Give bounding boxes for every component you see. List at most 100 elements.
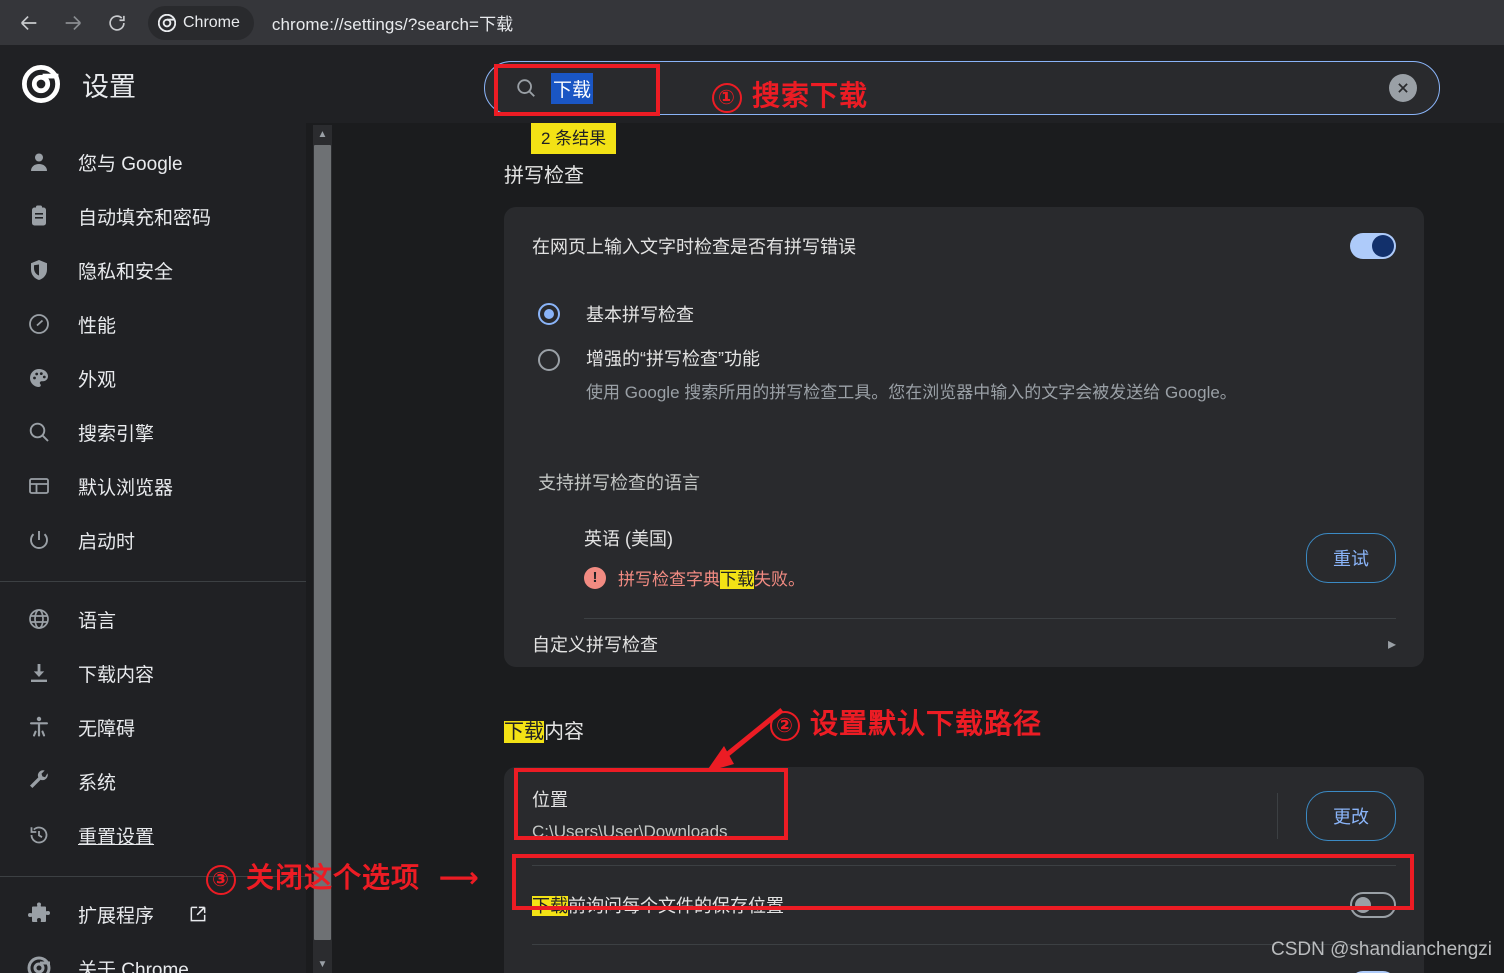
search-icon [26, 419, 52, 445]
clipboard-icon [26, 203, 52, 229]
sidebar-item-reset-settings[interactable]: 重置设置 [0, 808, 306, 862]
search-results-badge: 2 条结果 [531, 123, 617, 154]
custom-spellcheck-row[interactable]: 自定义拼写检查 ▸ [532, 631, 1396, 657]
change-download-location-button[interactable]: 更改 [1306, 791, 1396, 841]
spellcheck-toggle-label: 在网页上输入文字时检查是否有拼写错误 [532, 237, 856, 257]
sidebar-divider [0, 581, 306, 582]
wrench-icon [26, 768, 52, 794]
chrome-chip-label: Chrome [183, 13, 240, 31]
back-button[interactable] [12, 6, 46, 40]
puzzle-icon [26, 901, 52, 927]
sidebar-item-label: 启动时 [78, 531, 136, 553]
downloads-title-highlight: 下载 [504, 721, 544, 743]
clear-search-button[interactable] [1389, 74, 1417, 102]
radio-icon[interactable] [538, 349, 560, 371]
sidebar-divider [0, 876, 306, 877]
enhanced-spellcheck-option[interactable]: 增强的“拼写检查”功能 使用 Google 搜索所用的拼写检查工具。您在浏览器中… [538, 345, 1368, 407]
sidebar-item-label: 搜索引擎 [78, 423, 155, 445]
palette-icon [26, 365, 52, 391]
watermark: CSDN @shandianchengzi [1270, 939, 1492, 960]
annotation-box-search [494, 64, 660, 116]
sidebar-item-you-and-google[interactable]: 您与 Google [0, 135, 306, 189]
power-icon [26, 527, 52, 553]
back-arrow-icon [21, 15, 37, 30]
globe-icon [26, 606, 52, 632]
sidebar-item-label: 外观 [78, 369, 117, 391]
close-icon [1398, 83, 1408, 93]
shield-icon [26, 257, 52, 283]
annotation-box-download-location [514, 768, 788, 840]
spellcheck-toggle[interactable] [1350, 233, 1396, 259]
error-highlight: 下载 [720, 570, 754, 589]
sidebar-item-search-engine[interactable]: 搜索引擎 [0, 405, 306, 459]
page-title: 设置 [82, 71, 136, 102]
radio-icon[interactable] [538, 303, 560, 325]
reload-button[interactable] [100, 6, 134, 40]
omnibox[interactable]: Chrome chrome://settings/?search=下载 [148, 5, 1490, 40]
page-scrollbar-thumb[interactable] [314, 145, 331, 940]
settings-content: 2 条结果 拼写检查 在网页上输入文字时检查是否有拼写错误 基本拼写检查 增强的… [332, 123, 1504, 973]
sidebar-item-label: 隐私和安全 [78, 261, 174, 283]
spellcheck-toggle-row[interactable]: 在网页上输入文字时检查是否有拼写错误 [532, 207, 1396, 285]
show-downloads-when-done-row[interactable]: 下载完成后显示下载内容 [532, 945, 1396, 973]
sidebar-item-languages[interactable]: 语言 [0, 592, 306, 646]
sidebar-item-label: 性能 [78, 315, 117, 337]
sidebar-item-on-startup[interactable]: 启动时 [0, 513, 306, 567]
forward-button[interactable] [56, 6, 90, 40]
sidebar-item-accessibility[interactable]: 无障碍 [0, 700, 306, 754]
scroll-up-arrow-icon[interactable]: ▲ [313, 125, 332, 143]
sidebar-item-default-browser[interactable]: 默认浏览器 [0, 459, 306, 513]
sidebar-item-system[interactable]: 系统 [0, 754, 306, 808]
speedometer-icon [26, 311, 52, 337]
spellcheck-section-title: 拼写检查 [504, 165, 584, 187]
chrome-chip[interactable]: Chrome [148, 5, 254, 40]
language-error: ! 拼写检查字典下载失败。 [584, 565, 805, 590]
sidebar-item-label: 无障碍 [78, 718, 136, 740]
scroll-down-arrow-icon[interactable]: ▼ [313, 955, 332, 973]
sidebar-item-about-chrome[interactable]: 关于 Chrome [0, 941, 306, 973]
error-prefix: 拼写检查字典 [618, 570, 720, 589]
sidebar-item-label: 语言 [78, 610, 117, 632]
basic-spellcheck-option[interactable]: 基本拼写检查 [538, 301, 694, 327]
sidebar-item-label: 自动填充和密码 [78, 207, 212, 229]
spellcheck-languages-title: 支持拼写检查的语言 [538, 473, 700, 493]
annotation-box-ask-where [512, 854, 1414, 910]
enhanced-spellcheck-label: 增强的“拼写检查”功能 [586, 349, 760, 369]
sidebar-item-autofill-passwords[interactable]: 自动填充和密码 [0, 189, 306, 243]
spellcheck-card: 在网页上输入文字时检查是否有拼写错误 基本拼写检查 增强的“拼写检查”功能 使用… [504, 207, 1424, 667]
forward-arrow-icon [65, 15, 81, 30]
chrome-logo-icon [158, 13, 176, 32]
chrome-logo-icon [22, 65, 60, 103]
url-text: chrome://settings/?search=下载 [271, 15, 514, 34]
retry-button[interactable]: 重试 [1306, 532, 1396, 583]
sidebar-item-privacy-security[interactable]: 隐私和安全 [0, 243, 306, 297]
chevron-right-icon: ▸ [1387, 636, 1396, 653]
vertical-divider [1277, 793, 1278, 839]
accessibility-icon [26, 714, 52, 740]
downloads-title-rest: 内容 [544, 721, 584, 743]
sidebar-item-label: 扩展程序 [78, 905, 155, 927]
person-icon [26, 149, 52, 175]
downloads-section-title: 下载内容 [504, 715, 584, 744]
sidebar-item-label: 默认浏览器 [78, 477, 174, 499]
chrome-logo-icon [26, 955, 52, 973]
spellcheck-language-row: 英语 (美国) ! 拼写检查字典下载失败。 重试 [584, 525, 1396, 619]
browser-toolbar: Chrome chrome://settings/?search=下载 [0, 0, 1504, 45]
custom-spellcheck-label: 自定义拼写检查 [532, 635, 658, 655]
sidebar-item-downloads[interactable]: 下载内容 [0, 646, 306, 700]
error-icon: ! [584, 566, 606, 589]
open-in-new-icon[interactable] [188, 904, 208, 924]
settings-sidebar: 您与 Google 自动填充和密码 隐私和安全 性能 外观 搜索引擎 默认浏览器… [0, 123, 306, 973]
download-icon [26, 660, 52, 686]
sidebar-item-performance[interactable]: 性能 [0, 297, 306, 351]
sidebar-item-label: 关于 Chrome [78, 959, 189, 973]
enhanced-spellcheck-desc: 使用 Google 搜索所用的拼写检查工具。您在浏览器中输入的文字会被发送给 G… [586, 383, 1237, 402]
history-restore-icon [26, 822, 52, 848]
language-name: 英语 (美国) [584, 529, 673, 549]
sidebar-item-label: 下载内容 [78, 664, 155, 686]
sidebar-item-appearance[interactable]: 外观 [0, 351, 306, 405]
reload-icon [109, 14, 125, 31]
sidebar-item-extensions[interactable]: 扩展程序 [0, 887, 306, 941]
sidebar-item-label: 系统 [78, 772, 117, 794]
divider [584, 618, 1396, 619]
